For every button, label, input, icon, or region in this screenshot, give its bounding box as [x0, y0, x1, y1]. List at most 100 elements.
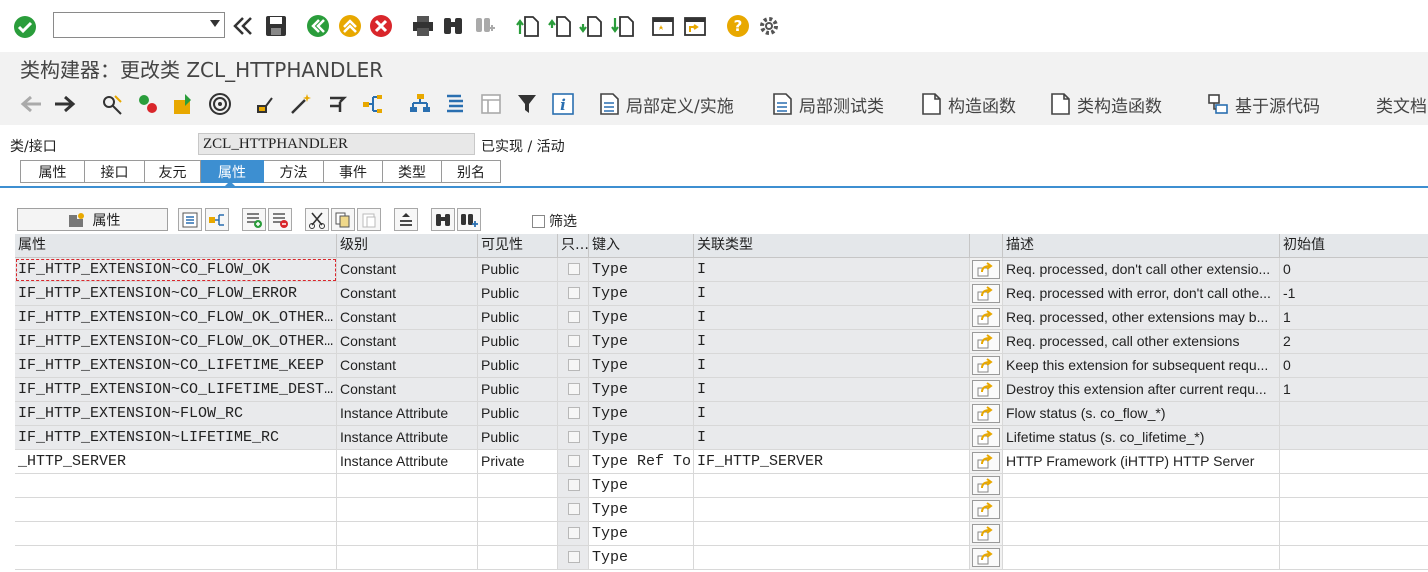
next-page-icon[interactable] — [578, 13, 604, 39]
where-used-icon[interactable] — [207, 91, 233, 117]
level-cell[interactable]: Constant — [337, 330, 478, 354]
read-only-checkbox[interactable] — [568, 263, 580, 275]
detail-view-icon[interactable] — [178, 208, 202, 231]
desc-cell[interactable]: HTTP Framework (iHTTP) HTTP Server — [1003, 450, 1280, 474]
column-header-visibility[interactable]: 可见性 — [478, 234, 558, 258]
init-cell[interactable]: 2 — [1280, 330, 1428, 354]
typing-cell[interactable]: Type — [589, 402, 694, 426]
column-header-read-only[interactable]: 只... — [558, 234, 589, 258]
desc-cell[interactable]: Req. processed, don't call other extensi… — [1003, 258, 1280, 282]
column-header-initial-value[interactable]: 初始值 — [1280, 234, 1428, 258]
navigate-arrow-icon[interactable] — [972, 332, 1000, 351]
read-only-cell[interactable] — [558, 498, 589, 522]
tab-friends[interactable]: 友元 — [145, 160, 201, 183]
assoc-cell[interactable]: I — [694, 306, 970, 330]
navigate-icon[interactable] — [205, 208, 229, 231]
init-cell[interactable]: -1 — [1280, 282, 1428, 306]
enter-icon[interactable] — [12, 14, 38, 40]
gear-icon[interactable] — [756, 13, 782, 39]
tab-types[interactable]: 类型 — [383, 160, 442, 183]
assoc-cell[interactable]: I — [694, 402, 970, 426]
init-cell[interactable] — [1280, 402, 1428, 426]
desc-cell[interactable]: Req. processed, call other extensions — [1003, 330, 1280, 354]
source-based-button[interactable]: 基于源代码 — [1207, 88, 1320, 120]
navigate-arrow-icon[interactable] — [972, 548, 1000, 567]
typing-cell[interactable]: Type — [589, 522, 694, 546]
assoc-cell[interactable] — [694, 498, 970, 522]
tab-attributes[interactable]: 属性 — [201, 160, 264, 183]
read-only-checkbox[interactable] — [568, 407, 580, 419]
typing-cell[interactable]: Type — [589, 474, 694, 498]
jump-cell[interactable] — [970, 378, 1003, 402]
tab-events[interactable]: 事件 — [324, 160, 383, 183]
init-cell[interactable]: 0 — [1280, 354, 1428, 378]
desc-cell[interactable]: Destroy this extension after current req… — [1003, 378, 1280, 402]
typing-cell[interactable]: Type — [589, 282, 694, 306]
navigate-arrow-icon[interactable] — [972, 428, 1000, 447]
init-cell[interactable]: 1 — [1280, 378, 1428, 402]
read-only-checkbox[interactable] — [568, 551, 580, 563]
visibility-cell[interactable] — [478, 474, 558, 498]
info-icon[interactable]: i — [550, 91, 576, 117]
constructor-button[interactable]: 构造函数 — [920, 88, 1016, 120]
column-header-typing[interactable]: 键入 — [589, 234, 694, 258]
visibility-cell[interactable] — [478, 546, 558, 570]
level-cell[interactable]: Constant — [337, 354, 478, 378]
desc-cell[interactable] — [1003, 474, 1280, 498]
read-only-cell[interactable] — [558, 522, 589, 546]
local-definitions-button[interactable]: 局部定义/实施 — [598, 88, 734, 120]
navigate-arrow-icon[interactable] — [972, 500, 1000, 519]
tree-icon[interactable] — [407, 91, 433, 117]
read-only-cell[interactable] — [558, 330, 589, 354]
column-header-jump[interactable] — [970, 234, 1003, 258]
back-icon[interactable] — [305, 13, 331, 39]
desc-cell[interactable] — [1003, 498, 1280, 522]
read-only-cell[interactable] — [558, 450, 589, 474]
navigate-arrow-icon[interactable] — [972, 476, 1000, 495]
first-page-icon[interactable] — [515, 13, 541, 39]
chevron-down-icon[interactable] — [210, 20, 220, 27]
attr-cell[interactable]: IF_HTTP_EXTENSION~CO_FLOW_OK — [15, 258, 337, 282]
assoc-cell[interactable] — [694, 474, 970, 498]
init-cell[interactable] — [1280, 450, 1428, 474]
typing-cell[interactable]: Type — [589, 330, 694, 354]
jump-cell[interactable] — [970, 546, 1003, 570]
desc-cell[interactable] — [1003, 522, 1280, 546]
assoc-cell[interactable] — [694, 522, 970, 546]
desc-cell[interactable]: Lifetime status (s. co_lifetime_*) — [1003, 426, 1280, 450]
activate-icon[interactable] — [170, 91, 196, 117]
find-next-icon[interactable] — [472, 13, 498, 39]
visibility-cell[interactable]: Private — [478, 450, 558, 474]
assoc-cell[interactable]: I — [694, 426, 970, 450]
level-cell[interactable]: Constant — [337, 378, 478, 402]
read-only-checkbox[interactable] — [568, 455, 580, 467]
navigate-arrow-icon[interactable] — [972, 380, 1000, 399]
tab-interfaces[interactable]: 接口 — [85, 160, 145, 183]
pattern-icon[interactable] — [325, 91, 351, 117]
command-field[interactable] — [53, 12, 225, 38]
level-cell[interactable] — [337, 498, 478, 522]
jump-cell[interactable] — [970, 522, 1003, 546]
sort-icon[interactable] — [394, 208, 418, 231]
attr-cell[interactable]: IF_HTTP_EXTENSION~CO_FLOW_ERROR — [15, 282, 337, 306]
jump-cell[interactable] — [970, 354, 1003, 378]
assoc-cell[interactable]: I — [694, 354, 970, 378]
assoc-cell[interactable]: IF_HTTP_SERVER — [694, 450, 970, 474]
save-icon[interactable] — [263, 13, 289, 39]
tab-methods[interactable]: 方法 — [264, 160, 324, 183]
read-only-cell[interactable] — [558, 402, 589, 426]
active-inactive-icon[interactable] — [135, 91, 161, 117]
assoc-cell[interactable]: I — [694, 378, 970, 402]
level-cell[interactable]: Constant — [337, 306, 478, 330]
column-header-attribute[interactable]: 属性 — [15, 234, 337, 258]
assoc-cell[interactable] — [694, 546, 970, 570]
attr-cell[interactable]: IF_HTTP_EXTENSION~FLOW_RC — [15, 402, 337, 426]
column-header-level[interactable]: 级别 — [337, 234, 478, 258]
typing-cell[interactable]: Type — [589, 498, 694, 522]
navigate-arrow-icon[interactable] — [972, 452, 1000, 471]
cut-icon[interactable] — [305, 208, 329, 231]
attr-cell[interactable]: IF_HTTP_EXTENSION~CO_LIFETIME_KEEP — [15, 354, 337, 378]
insert-row-icon[interactable] — [242, 208, 266, 231]
jump-cell[interactable] — [970, 282, 1003, 306]
read-only-cell[interactable] — [558, 546, 589, 570]
